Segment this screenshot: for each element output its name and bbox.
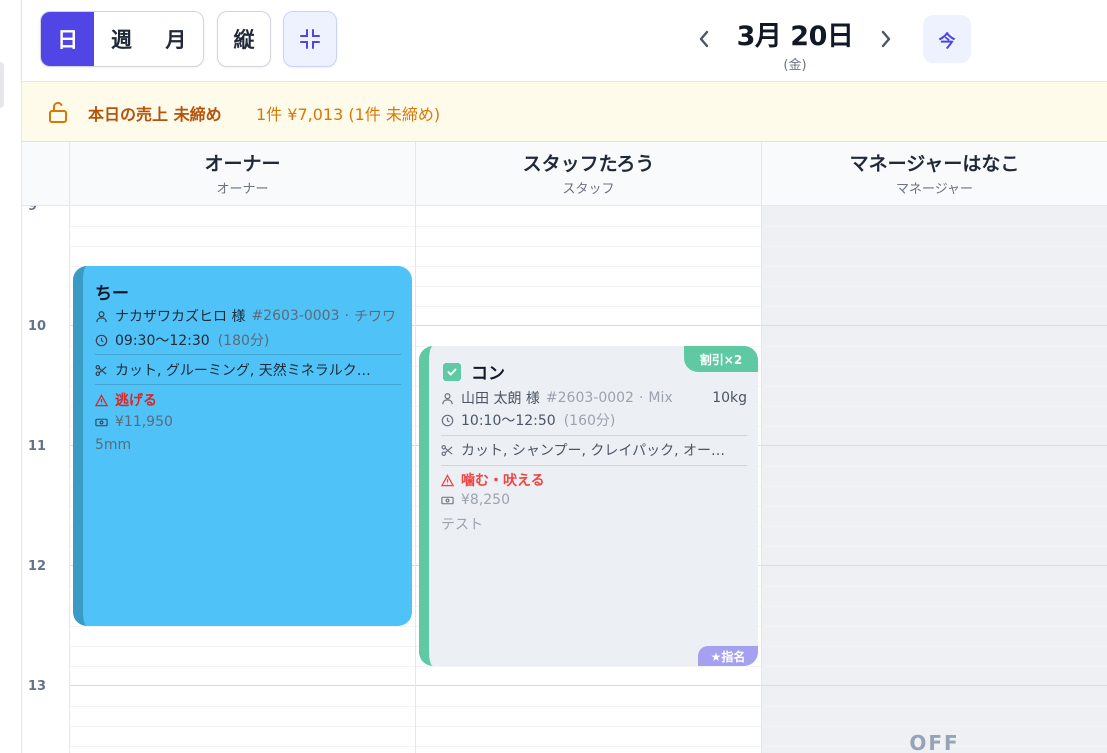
appointment-note: テスト [441, 517, 483, 533]
pet-breed: チワワ [353, 309, 396, 325]
time-row: 09:30〜12:30 (180分) [95, 330, 412, 350]
sales-status-label: 本日の売上 未締め [88, 105, 222, 124]
title-row: コン [443, 359, 505, 384]
staff-name: マネージャーはなこ [849, 153, 1020, 175]
staff-column-owner[interactable]: オーナー オーナー [70, 142, 416, 206]
warning-icon [95, 393, 108, 406]
view-week-button[interactable]: 週 [94, 12, 148, 66]
pet-warning: 逃げる [115, 393, 157, 409]
view-day-button[interactable]: 日 [41, 12, 95, 66]
off-label: OFF [909, 731, 960, 753]
pet-name: ちー [95, 284, 129, 304]
staff-column-hanako[interactable]: マネージャーはなこ マネージャー [762, 142, 1107, 206]
staff-role: オーナー [216, 182, 269, 197]
warning-row: 逃げる [95, 390, 157, 410]
staff-column-taro[interactable]: スタッフたろう スタッフ [416, 142, 762, 206]
view-month-button[interactable]: 月 [149, 12, 203, 66]
vertical-layout-button[interactable]: 縦 [217, 11, 271, 67]
nominated-badge: ★指名 [698, 646, 758, 666]
customer-name: 山田 太朗 様 [461, 391, 540, 407]
chevron-left-icon [699, 30, 709, 48]
appointment-duration: (180分) [217, 333, 270, 349]
hour-label-12: 12 [28, 559, 47, 574]
chevron-right-icon [881, 30, 891, 48]
price-row: ¥8,250 [441, 492, 510, 508]
appointment-duration: (160分) [563, 413, 616, 429]
separator-dot: · [638, 390, 644, 406]
drawer-handle[interactable] [0, 62, 4, 108]
checkbox-checked-icon[interactable] [443, 362, 461, 381]
staff-name: オーナー [204, 153, 281, 175]
customer-name: ナカザワカズヒロ 様 [115, 309, 246, 325]
staff-name: スタッフたろう [522, 153, 655, 175]
appointment-card[interactable]: ちー ナカザワカズヒロ 様 #2603-0003 · チワワ 09:30〜12:… [73, 266, 412, 626]
price-row: ¥11,950 [95, 414, 173, 430]
services-row: カット, グルーミング, 天然ミネラルク… [95, 360, 401, 380]
cash-icon [441, 496, 454, 504]
services-row: カット, シャンプー, クレイパック, オー… [441, 440, 747, 460]
clock-icon [95, 334, 108, 346]
price: ¥8,250 [461, 492, 510, 508]
customer-row: 山田 太朗 様 #2603-0002 · Mix 10kg [441, 388, 747, 408]
hour-label-13: 13 [28, 679, 47, 694]
customer-id: #2603-0002 [545, 390, 634, 406]
appointment-time: 09:30〜12:30 [115, 333, 210, 349]
hour-line [70, 685, 1107, 686]
time-row: 10:10〜12:50 (160分) [441, 410, 747, 430]
time-gutter-header [22, 142, 70, 206]
next-day-button[interactable] [872, 22, 900, 56]
current-weekday: (金) [783, 58, 807, 73]
pet-name: コン [471, 364, 505, 384]
scissors-icon [441, 444, 453, 456]
person-icon [96, 310, 107, 322]
scissors-icon [95, 364, 107, 376]
services: カット, シャンプー, クレイパック, オー… [461, 443, 726, 459]
clock-icon [441, 414, 454, 426]
price: ¥11,950 [115, 414, 173, 430]
left-edge-strip [0, 0, 22, 753]
off-column [762, 206, 1107, 753]
customer-id: #2603-0003 [251, 308, 340, 324]
pet-warning: 噛む・吠える [461, 473, 545, 489]
compress-view-button[interactable] [283, 11, 337, 67]
note-row: テスト [441, 514, 483, 534]
appointment-note: 5mm [95, 437, 132, 453]
prev-day-button[interactable] [690, 22, 718, 56]
hour-label-10: 10 [28, 319, 47, 334]
toolbar: 日 週 月 縦 3月 20日 (金) 今 [22, 0, 1107, 82]
sales-banner[interactable]: 本日の売上 未締め 1件 ¥7,013 (1件 未締め) [22, 82, 1107, 142]
sales-summary: 1件 ¥7,013 (1件 未締め) [256, 105, 441, 124]
pet-weight: 10kg [712, 390, 747, 406]
warning-row: 噛む・吠える [441, 470, 545, 490]
compress-icon [300, 29, 320, 49]
note-row: 5mm [95, 437, 131, 453]
appointment-card[interactable]: 割引×2 コン 山田 太朗 様 #2603-0002 · Mix 10kg 10… [419, 346, 758, 666]
schedule-grid[interactable]: 9 10 11 12 13 OFF ちー ナカザワカズヒロ 様 #2603-00… [22, 206, 1107, 753]
cash-icon [95, 418, 108, 426]
warning-icon [441, 473, 454, 486]
services: カット, グルーミング, 天然ミネラルク… [115, 363, 371, 379]
staff-role: スタッフ [562, 182, 615, 197]
hour-label-9: 9 [28, 206, 38, 214]
view-switcher: 日 週 月 [40, 11, 204, 67]
pet-breed: Mix [648, 390, 673, 406]
appointment-time: 10:10〜12:50 [461, 413, 556, 429]
person-icon [442, 392, 453, 404]
staff-header: オーナー オーナー スタッフたろう スタッフ マネージャーはなこ マネージャー [22, 142, 1107, 206]
discount-badge: 割引×2 [684, 346, 758, 372]
customer-row: ナカザワカズヒロ 様 #2603-0003 · チワワ [95, 306, 412, 326]
separator-dot: · [344, 308, 349, 324]
today-button[interactable]: 今 [923, 15, 971, 63]
hour-label-11: 11 [28, 439, 47, 454]
staff-role: マネージャー [895, 182, 974, 197]
current-date[interactable]: 3月 20日 [722, 14, 868, 53]
unlock-icon [49, 101, 67, 123]
